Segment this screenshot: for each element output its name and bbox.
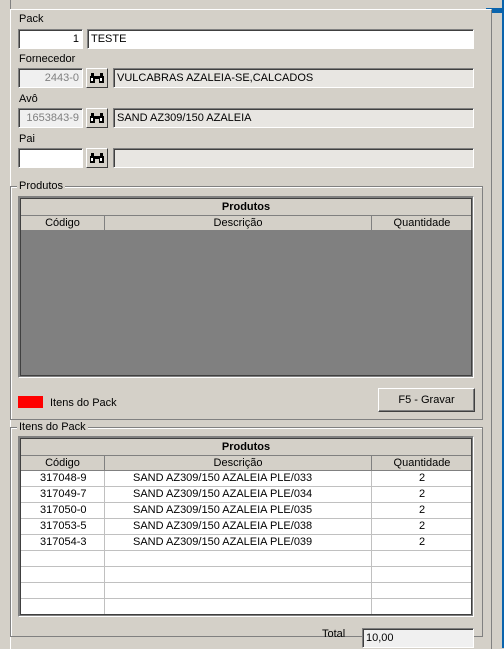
- empty-row: [21, 599, 471, 614]
- total-label: Total: [322, 628, 346, 640]
- column-header-codigo[interactable]: Código: [21, 216, 105, 231]
- cell-codigo: 317054-3: [21, 535, 105, 551]
- avo-name-field: SAND AZ309/150 AZALEIA: [113, 108, 474, 128]
- column-header-codigo[interactable]: Código: [21, 456, 105, 471]
- avo-code-field[interactable]: 1653843-9: [18, 108, 83, 128]
- itens-pack-grid-body: Produtos Código Descrição Quantidade 317…: [20, 438, 472, 615]
- table-row[interactable]: 317053-5 SAND AZ309/150 AZALEIA PLE/038 …: [21, 519, 471, 535]
- cell-quantidade: 2: [372, 519, 471, 535]
- empty-row: [21, 583, 471, 599]
- fornecedor-name-field: VULCABRAS AZALEIA-SE,CALCADOS: [113, 68, 474, 88]
- binoculars-icon: [90, 113, 104, 123]
- itens-pack-group-title: Itens do Pack: [17, 421, 88, 433]
- itens-pack-legend-label: Itens do Pack: [50, 397, 117, 409]
- itens-pack-legend-swatch: [18, 396, 43, 408]
- fornecedor-label: Fornecedor: [19, 53, 76, 65]
- cell-codigo: 317050-0: [21, 503, 105, 519]
- itens-pack-grid-title: Produtos: [21, 439, 471, 456]
- cell-descricao: SAND AZ309/150 AZALEIA PLE/035: [105, 503, 372, 519]
- fornecedor-search-button[interactable]: [86, 68, 108, 88]
- cell-descricao: SAND AZ309/150 AZALEIA PLE/033: [105, 471, 372, 487]
- cell-codigo: 317048-9: [21, 471, 105, 487]
- pai-name-field: [113, 148, 474, 168]
- cell-codigo: 317049-7: [21, 487, 105, 503]
- cell-descricao: SAND AZ309/150 AZALEIA PLE/039: [105, 535, 372, 551]
- binoculars-icon: [90, 153, 104, 163]
- empty-row: [21, 567, 471, 583]
- avo-label: Avô: [19, 93, 38, 105]
- pai-label: Pai: [19, 133, 35, 145]
- cell-descricao: SAND AZ309/150 AZALEIA PLE/038: [105, 519, 372, 535]
- table-row[interactable]: 317054-3 SAND AZ309/150 AZALEIA PLE/039 …: [21, 535, 471, 551]
- produtos-grid-title: Produtos: [21, 199, 471, 216]
- pack-label: Pack: [19, 13, 44, 25]
- itens-pack-grid[interactable]: Produtos Código Descrição Quantidade 317…: [18, 436, 474, 617]
- binoculars-icon: [90, 73, 104, 83]
- produtos-grid-empty-area: [21, 231, 471, 375]
- column-header-quantidade[interactable]: Quantidade: [372, 456, 471, 471]
- cell-descricao: SAND AZ309/150 AZALEIA PLE/034: [105, 487, 372, 503]
- pack-name-field[interactable]: TESTE: [87, 29, 474, 49]
- cell-quantidade: 2: [372, 503, 471, 519]
- produtos-group-title: Produtos: [17, 180, 66, 192]
- column-header-quantidade[interactable]: Quantidade: [372, 216, 471, 231]
- pai-search-button[interactable]: [86, 148, 108, 168]
- cell-codigo: 317053-5: [21, 519, 105, 535]
- table-row[interactable]: 317048-9 SAND AZ309/150 AZALEIA PLE/033 …: [21, 471, 471, 487]
- pack-number-field[interactable]: 1: [18, 29, 83, 49]
- empty-row: [21, 551, 471, 567]
- total-value-field: 10,00: [362, 628, 474, 648]
- column-header-descricao[interactable]: Descrição: [105, 216, 372, 231]
- produtos-grid-body: Produtos Código Descrição Quantidade: [20, 198, 472, 376]
- cell-quantidade: 2: [372, 535, 471, 551]
- cell-quantidade: 2: [372, 487, 471, 503]
- pai-code-field[interactable]: [18, 148, 83, 168]
- table-row[interactable]: 317050-0 SAND AZ309/150 AZALEIA PLE/035 …: [21, 503, 471, 519]
- column-header-descricao[interactable]: Descrição: [105, 456, 372, 471]
- fornecedor-code-field[interactable]: 2443-0: [18, 68, 83, 88]
- cell-quantidade: 2: [372, 471, 471, 487]
- save-button[interactable]: F5 - Gravar: [378, 388, 475, 412]
- produtos-grid[interactable]: Produtos Código Descrição Quantidade: [18, 196, 474, 378]
- itens-pack-rows: 317048-9 SAND AZ309/150 AZALEIA PLE/033 …: [21, 471, 471, 614]
- avo-search-button[interactable]: [86, 108, 108, 128]
- table-row[interactable]: 317049-7 SAND AZ309/150 AZALEIA PLE/034 …: [21, 487, 471, 503]
